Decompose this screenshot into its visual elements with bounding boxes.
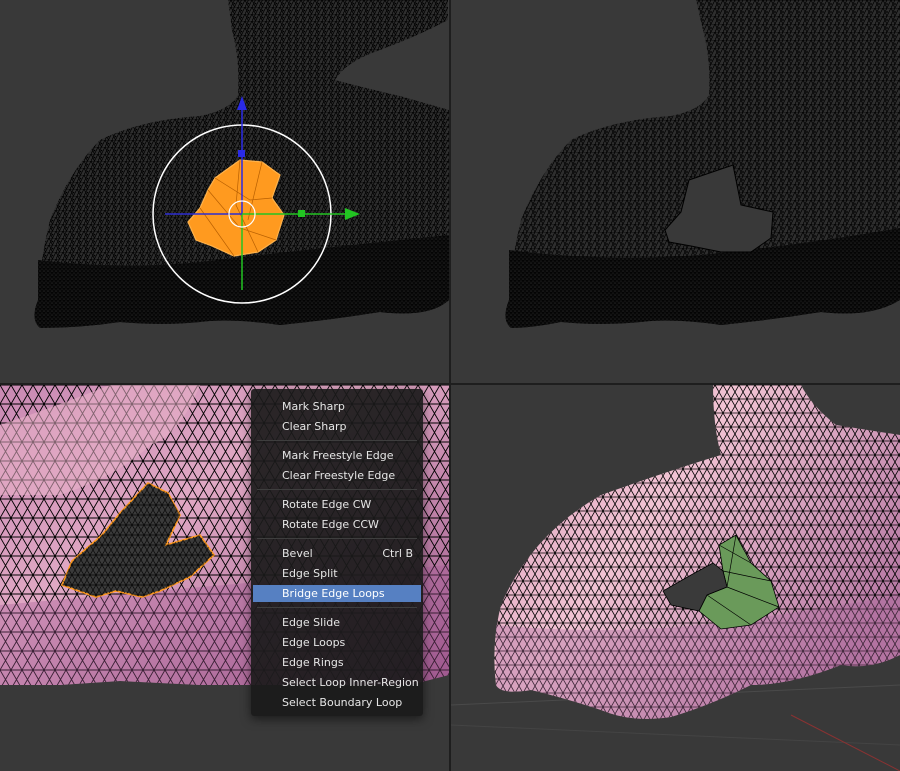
grid-axis-x-line [790, 714, 900, 771]
menu-separator [257, 489, 417, 490]
menu-separator [257, 607, 417, 608]
menu-item-rotate-edge-cw[interactable]: Rotate Edge CW [253, 496, 421, 513]
viewport-bottom-right-canvas [451, 385, 900, 771]
menu-item-edge-rings[interactable]: Edge Rings [253, 654, 421, 671]
menu-item-clear-freestyle-edge[interactable]: Clear Freestyle Edge [253, 467, 421, 484]
menu-item-edge-split[interactable]: Edge Split [253, 565, 421, 582]
viewport-top-right[interactable] [451, 0, 900, 383]
menu-item-edge-slide[interactable]: Edge Slide [253, 614, 421, 631]
menu-item-bridge-edge-loops[interactable]: Bridge Edge Loops [253, 585, 421, 602]
viewport-bottom-right[interactable] [451, 385, 900, 771]
menu-item-select-boundary-loop[interactable]: Select Boundary Loop [253, 694, 421, 711]
viewport-top-right-canvas [505, 0, 900, 328]
viewport-top-left-canvas [34, 0, 449, 328]
menu-item-rotate-edge-ccw[interactable]: Rotate Edge CCW [253, 516, 421, 533]
menu-item-clear-sharp[interactable]: Clear Sharp [253, 418, 421, 435]
edge-context-menu: Mark Sharp Clear Sharp Mark Freestyle Ed… [251, 389, 423, 716]
menu-item-mark-freestyle-edge[interactable]: Mark Freestyle Edge [253, 447, 421, 464]
menu-item-select-loop-inner-region[interactable]: Select Loop Inner-Region [253, 674, 421, 691]
menu-separator [257, 538, 417, 539]
menu-item-bevel[interactable]: Bevel Ctrl B [253, 545, 421, 562]
viewport-top-left[interactable] [0, 0, 449, 383]
shortcut-label: Ctrl B [382, 547, 413, 560]
menu-separator [257, 440, 417, 441]
menu-item-mark-sharp[interactable]: Mark Sharp [253, 398, 421, 415]
menu-item-edge-loops[interactable]: Edge Loops [253, 634, 421, 651]
